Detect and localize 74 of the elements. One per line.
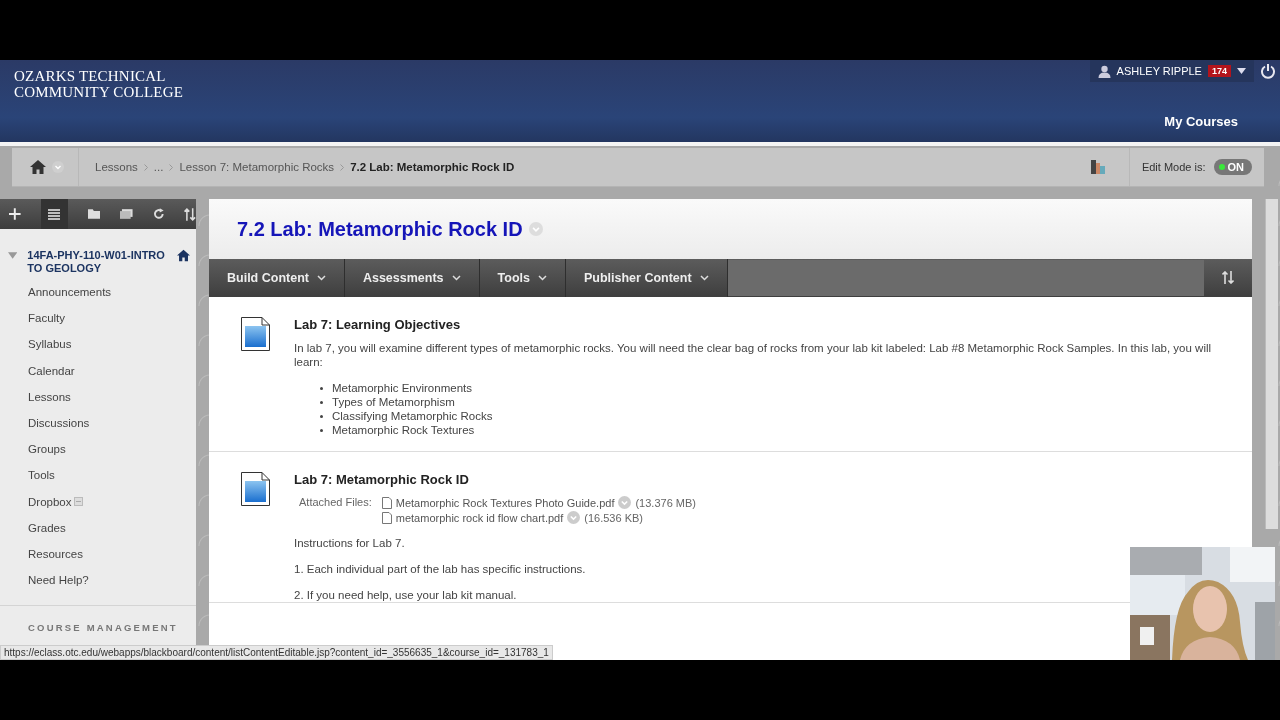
edit-mode-label: Edit Mode is: [1141, 161, 1206, 173]
notification-count: 174 [1207, 65, 1231, 77]
instruction-text: 2. If you need help, use your lab kit manual. [294, 588, 518, 602]
home-icon[interactable] [176, 249, 190, 262]
bullet-dot [320, 428, 323, 432]
chevron-right-icon [143, 163, 148, 171]
course-menu-link[interactable]: Syllabus [28, 338, 72, 351]
chevron-right-icon [169, 163, 174, 171]
list-item: Metamorphic Environments [332, 381, 472, 395]
course-menu-link[interactable]: Tools [28, 469, 55, 482]
file-size: (13.376 MB) [635, 496, 696, 509]
window-icon[interactable] [120, 209, 133, 219]
item-title[interactable]: Lab 7: Learning Objectives [294, 317, 1232, 332]
course-menu-link[interactable]: Grades [28, 521, 66, 534]
course-menu-link[interactable]: Announcements [28, 286, 112, 299]
caret-icon [316, 275, 326, 281]
course-menu-link[interactable]: Dropbox [28, 495, 72, 508]
course-menu-link[interactable]: Groups [28, 443, 66, 456]
refresh-icon[interactable] [152, 208, 165, 220]
top-tab[interactable]: My Courses [1164, 114, 1238, 129]
item-description: In lab 7, you will examine different types of metamorphic rocks. You will need the clear bag of rocks from your lab kit labeled: Lab #8 Metamorphic Rock Samples. In this lab, you will learn: [294, 341, 1213, 369]
instruction-text: 1. Each individual part of the lab has specific instructions. [294, 562, 587, 576]
sort-icon[interactable] [1222, 271, 1234, 284]
course-menu-link[interactable]: Resources [28, 547, 83, 560]
list-item: Classifying Metamorphic Rocks [332, 409, 493, 423]
file-link[interactable]: metamorphic rock id flow chart.pdf [395, 511, 564, 524]
course-menu-link[interactable]: Discussions [28, 417, 90, 430]
college-logo[interactable]: OZARKS TECHNICAL COMMUNITY COLLEGE [14, 68, 184, 100]
bullet-dot [320, 414, 323, 418]
caret-icon [699, 275, 709, 281]
add-icon[interactable] [9, 208, 21, 220]
user-icon [1097, 64, 1111, 78]
course-menu-link[interactable]: Calendar [28, 364, 75, 377]
menu-button[interactable]: Publisher Content [565, 259, 728, 297]
sort-icon[interactable] [184, 207, 196, 221]
bullet-dot [320, 400, 323, 404]
folder-icon[interactable] [87, 209, 101, 219]
file-size: (16.536 KB) [584, 511, 643, 524]
menu-button[interactable]: Build Content [209, 259, 345, 297]
menu-button[interactable]: Tools [479, 259, 566, 297]
home-icon[interactable] [30, 160, 46, 174]
status-url: https://eclass.otc.edu/webapps/blackboard/content/listContentEditable.jsp?content_id=_3556635_1&course_id=_131783_1 [0, 645, 553, 660]
file-link[interactable]: Metamorphic Rock Textures Photo Guide.pdf [395, 496, 615, 509]
palette-icon[interactable] [1090, 160, 1105, 174]
list-icon[interactable] [48, 208, 61, 220]
caret-icon [537, 275, 547, 281]
breadcrumb-link[interactable]: Lesson 7: Metamorphic Rocks [179, 161, 335, 173]
course-menu-link[interactable]: Lessons [28, 390, 71, 403]
bullet-dot [320, 386, 323, 390]
list-item: Metamorphic Rock Textures [332, 423, 475, 437]
page-title: 7.2 Lab: Metamorphic Rock ID [237, 217, 523, 241]
user-menu[interactable]: ASHLEY RIPPLE 174 [1089, 60, 1254, 82]
list-item: Types of Metamorphism [332, 395, 455, 409]
file-icon [381, 496, 392, 509]
course-menu-link[interactable]: Faculty [28, 312, 66, 325]
power-icon[interactable] [1260, 63, 1276, 79]
instruction-text: Instructions for Lab 7. [294, 536, 406, 550]
menu-button[interactable]: Assessments [344, 259, 480, 297]
caret-icon [451, 275, 461, 281]
file-icon [381, 511, 392, 524]
document-icon [241, 472, 270, 506]
edit-mode-toggle[interactable]: ON [1213, 159, 1252, 175]
chevron-right-icon [340, 163, 345, 171]
breadcrumb-link[interactable]: ... [153, 161, 164, 173]
item-title[interactable]: Lab 7: Metamorphic Rock ID [294, 472, 1232, 487]
course-menu-link[interactable]: Need Help? [28, 574, 89, 587]
caret-icon [1237, 68, 1246, 74]
breadcrumb-link[interactable]: Lessons [95, 161, 138, 173]
hidden-icon [74, 497, 84, 507]
scrollbar[interactable] [1265, 199, 1278, 529]
attached-files-label: Attached Files: [299, 496, 372, 510]
section-heading: COURSE MANAGEMENT [0, 605, 196, 633]
document-icon [241, 317, 270, 351]
course-title[interactable]: 14FA-PHY-110-W01-INTRO TO GEOLOGY [27, 249, 167, 275]
